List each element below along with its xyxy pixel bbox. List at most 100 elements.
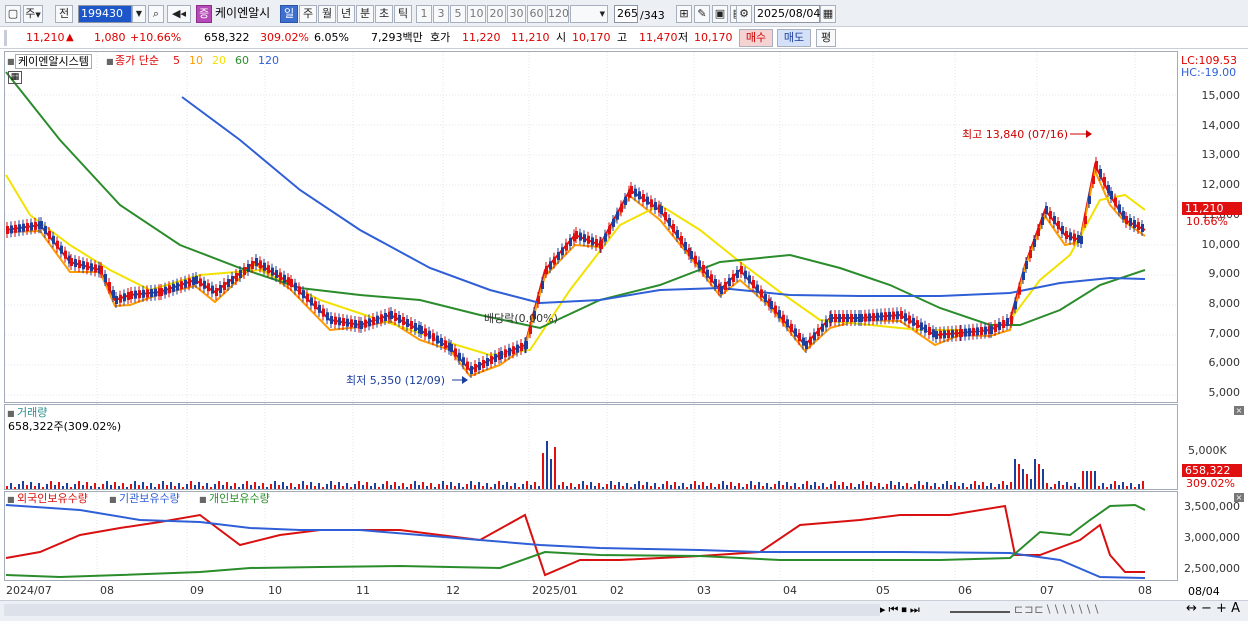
candle-body [119, 294, 122, 303]
volume-bar [226, 482, 228, 489]
holding-legend-item[interactable]: 외국인보유수량 [17, 492, 88, 505]
ma-period-label[interactable]: 5 [173, 54, 180, 67]
candle-body [854, 314, 857, 322]
candle-body [786, 319, 789, 328]
table-icon[interactable]: ▦ [8, 71, 22, 84]
chart-canvas [5, 52, 1177, 580]
volume-bar [894, 485, 896, 489]
candle-body [424, 328, 427, 337]
stock-tag[interactable]: 케이엔알시스템 [15, 54, 92, 69]
candle-body [372, 317, 375, 325]
volume-bar [1138, 484, 1140, 489]
volume-bar [514, 483, 516, 489]
candle-body [263, 262, 266, 271]
volume-bar [690, 484, 692, 489]
nav-controls[interactable]: ▸⏮⏹⏭ [880, 603, 923, 616]
volume-bar [678, 486, 680, 489]
candle-body [342, 318, 345, 326]
candle-body [690, 251, 693, 259]
candle-body [231, 276, 234, 284]
holding-legend-item[interactable]: 개인보유수량 [209, 492, 270, 505]
volume-bar [1082, 471, 1084, 489]
candle-body [1118, 204, 1121, 213]
panel-handle-icon[interactable]: ■ [7, 55, 15, 68]
ma-period-label[interactable]: 20 [212, 54, 226, 67]
ma10-line [5, 167, 1146, 378]
volume-bar [414, 481, 416, 489]
candle-body [1129, 218, 1132, 226]
volume-bar [754, 485, 756, 489]
volume-bar [278, 485, 280, 489]
candle-body [714, 279, 717, 287]
candle-body [760, 289, 763, 298]
volume-bar [646, 482, 648, 489]
volume-bar [670, 485, 672, 489]
volume-bar [762, 486, 764, 489]
volume-bar [706, 486, 708, 489]
candle-body [30, 222, 33, 231]
volume-bar [906, 483, 908, 489]
holding-y-tick: 3,500,000 [1184, 500, 1240, 513]
candle-body [809, 336, 812, 345]
volume-bar [74, 484, 76, 489]
volume-bar [774, 484, 776, 489]
volume-bar [814, 482, 816, 489]
volume-bar [18, 484, 20, 489]
volume-bar [406, 487, 408, 489]
volume-bar [482, 486, 484, 489]
holding-legend-item[interactable]: 기관보유수량 [119, 492, 180, 505]
candle-body [322, 308, 325, 317]
y-tick-label: 15,000 [1201, 89, 1241, 102]
volume-bar [1070, 486, 1072, 489]
candle-body [744, 270, 747, 279]
volume-bar [946, 481, 948, 489]
candle-body [34, 221, 37, 230]
candle-body [48, 230, 51, 239]
candle-body [82, 261, 85, 270]
candle-body [587, 235, 590, 244]
candle-body [864, 313, 867, 322]
volume-bar [314, 486, 316, 489]
candle-body [680, 236, 683, 244]
volume-bar [302, 481, 304, 489]
zoom-controls[interactable]: ↔ − + A [1186, 602, 1240, 615]
candle-body [188, 278, 191, 287]
volume-bar [650, 486, 652, 489]
volume-bar [730, 482, 732, 489]
candle-body [470, 366, 473, 374]
ma-period-label[interactable]: 120 [258, 54, 279, 67]
candle-body [172, 283, 175, 292]
x-axis-right-label: 08/04 [1188, 585, 1220, 598]
volume-bar [354, 484, 356, 489]
candle-body [976, 327, 979, 336]
zoom-slider[interactable] [950, 603, 1010, 613]
volume-bar [830, 484, 832, 489]
candle-body [710, 274, 713, 283]
ma-label[interactable]: 종가 단순 [115, 54, 159, 67]
volume-bar [610, 481, 612, 489]
volume-bar [46, 484, 48, 489]
candle-body [960, 329, 963, 337]
close-icon[interactable]: × [1234, 406, 1244, 415]
volume-bar [466, 484, 468, 489]
ma-period-label[interactable]: 10 [189, 54, 203, 67]
candle-body [255, 258, 258, 266]
volume-bar [94, 483, 96, 489]
volume-title[interactable]: 거래량 [17, 406, 47, 419]
y-tick-label: 9,000 [1208, 267, 1241, 281]
candle-body [380, 314, 383, 323]
volume-bar [470, 481, 472, 489]
legend-handle-icon: ■ [109, 495, 117, 504]
candle-body [860, 314, 863, 322]
candle-body [720, 286, 723, 294]
candle-body [998, 322, 1001, 330]
candle-body [508, 347, 511, 356]
candle-body [279, 272, 282, 281]
ma-period-label[interactable]: 60 [235, 54, 249, 67]
volume-bar [974, 481, 976, 489]
volume-bar [782, 485, 784, 489]
drawing-tools[interactable]: ⊏⊐⊏∖∖∖∖∖∖∖ [1014, 603, 1101, 616]
candle-body [694, 255, 697, 264]
scrollbar-track[interactable] [4, 604, 880, 616]
volume-bar [994, 487, 996, 489]
